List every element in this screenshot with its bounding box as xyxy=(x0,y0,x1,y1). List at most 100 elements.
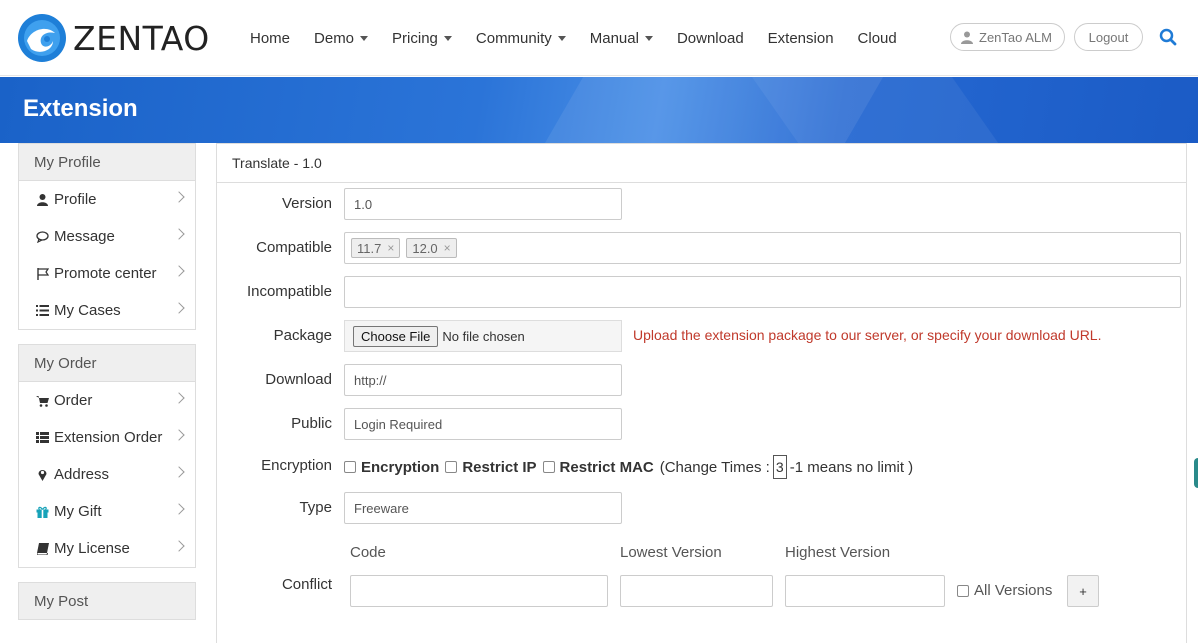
chevron-right-icon xyxy=(173,503,185,515)
download-url-input[interactable]: http:// xyxy=(344,364,622,396)
sidebar-item-message[interactable]: Message xyxy=(19,218,195,255)
sidebar-item-promote-center[interactable]: Promote center xyxy=(19,255,195,292)
file-status: No file chosen xyxy=(442,328,525,344)
sidebar-item-my-cases[interactable]: My Cases xyxy=(19,292,195,329)
sidebar-group-my-post: My Post xyxy=(18,582,196,620)
conflict-col-highest: Highest Version xyxy=(785,544,891,561)
version-label: Version xyxy=(281,195,332,212)
search-icon[interactable] xyxy=(1159,28,1177,46)
restrict-ip-checkbox[interactable] xyxy=(445,461,458,473)
sidebar-item-label: Message xyxy=(54,228,115,245)
package-label: Package xyxy=(273,327,332,344)
chevron-right-icon xyxy=(173,540,185,552)
nav-home[interactable]: Home xyxy=(238,30,302,47)
sidebar-item-label: My Gift xyxy=(54,503,102,520)
nav-cloud-label: Cloud xyxy=(857,29,897,47)
conflict-highest-version-input[interactable] xyxy=(785,575,945,607)
book-icon xyxy=(36,542,49,555)
nav-pricing[interactable]: Pricing xyxy=(380,30,464,47)
encryption-checkbox[interactable] xyxy=(344,461,356,473)
caret-down-icon xyxy=(443,35,452,41)
remove-tag-icon[interactable]: × xyxy=(387,241,394,255)
version-input[interactable]: 1.0 xyxy=(344,188,622,220)
incompatible-label: Incompatible xyxy=(246,283,332,300)
conflict-lowest-version-input[interactable] xyxy=(620,575,773,607)
comments-icon xyxy=(36,230,49,243)
chevron-right-icon xyxy=(173,191,185,203)
floating-widget-tab[interactable] xyxy=(1194,458,1198,488)
sidebar-item-label: My Cases xyxy=(54,302,121,319)
all-versions-checkbox[interactable] xyxy=(957,584,969,597)
package-hint: Upload the extension package to our serv… xyxy=(633,327,1102,343)
user-icon xyxy=(961,31,973,44)
add-conflict-button[interactable]: + xyxy=(1067,575,1099,607)
encryption-label: Encryption xyxy=(261,457,332,474)
sidebar-item-profile[interactable]: Profile xyxy=(19,181,195,218)
nav-home-label: Home xyxy=(250,29,291,47)
nav-manual-label: Manual xyxy=(589,29,639,47)
tag-label: 12.0 xyxy=(412,240,438,256)
page-title: Extension xyxy=(23,95,138,122)
version-value: 1.0 xyxy=(354,196,373,212)
public-select[interactable]: Login Required xyxy=(344,408,622,440)
type-select[interactable]: Freeware xyxy=(344,492,622,524)
sidebar-item-address[interactable]: Address xyxy=(19,456,195,493)
alm-label: ZenTao ALM xyxy=(979,29,1052,45)
conflict-col-code: Code xyxy=(350,544,386,561)
choose-file-button[interactable]: Choose File xyxy=(353,325,439,347)
chevron-right-icon xyxy=(173,302,185,314)
caret-down-icon xyxy=(644,35,653,41)
chevron-right-icon xyxy=(173,466,185,478)
restrict-mac-label: Restrict MAC xyxy=(559,458,654,476)
all-versions-option: All Versions xyxy=(957,582,1052,599)
restrict-mac-checkbox[interactable] xyxy=(542,461,555,473)
sidebar-group-title: My Post xyxy=(19,583,195,620)
download-label: Download xyxy=(265,371,332,388)
type-value: Freeware xyxy=(354,500,409,516)
package-file-input[interactable]: Choose File No file chosen xyxy=(344,320,622,352)
nav-pricing-label: Pricing xyxy=(392,29,438,47)
caret-down-icon xyxy=(557,35,566,41)
incompatible-select[interactable] xyxy=(344,276,1181,308)
sidebar-item-label: Order xyxy=(54,392,93,409)
sidebar-item-extension-order[interactable]: Extension Order xyxy=(19,419,195,456)
nav-cloud[interactable]: Cloud xyxy=(846,30,909,47)
list-icon xyxy=(36,304,49,317)
nav-extension[interactable]: Extension xyxy=(756,30,846,47)
public-label: Public xyxy=(291,415,332,432)
chevron-right-icon xyxy=(173,228,185,240)
logout-label: Logout xyxy=(1088,29,1129,45)
sidebar-item-my-license[interactable]: My License xyxy=(19,530,195,567)
compatible-label: Compatible xyxy=(256,239,332,256)
change-times-label: (Change Times : xyxy=(659,458,770,476)
sidebar-group-my-profile: My Profile Profile Message Promote cente… xyxy=(18,143,196,330)
zentao-logo-icon xyxy=(18,14,66,62)
compatible-select[interactable]: 11.7 × 12.0 × xyxy=(344,232,1181,264)
sidebar-group-title: My Profile xyxy=(19,144,195,181)
public-value: Login Required xyxy=(354,416,443,432)
brand-name: ZENTAO xyxy=(73,18,210,58)
sidebar-item-order[interactable]: Order xyxy=(19,382,195,419)
user-icon xyxy=(36,193,49,206)
nav-download[interactable]: Download xyxy=(665,30,756,47)
compatible-tag[interactable]: 11.7 × xyxy=(351,238,401,258)
zentao-alm-button[interactable]: ZenTao ALM xyxy=(950,23,1065,51)
nav-extension-label: Extension xyxy=(767,29,834,47)
nav-demo[interactable]: Demo xyxy=(302,30,380,47)
sidebar-item-my-gift[interactable]: My Gift xyxy=(19,493,195,530)
caret-down-icon xyxy=(360,35,369,41)
conflict-code-input[interactable] xyxy=(350,575,608,607)
compatible-tag[interactable]: 12.0 × xyxy=(406,238,457,258)
sidebar-group-title: My Order xyxy=(19,345,195,382)
remove-tag-icon[interactable]: × xyxy=(444,241,451,255)
nav-community[interactable]: Community xyxy=(464,30,578,47)
encryption-options: Encryption Restrict IP Restrict MAC (Cha… xyxy=(344,455,913,479)
brand-logo[interactable]: ZENTAO xyxy=(17,12,210,64)
page-banner: Extension xyxy=(0,77,1198,143)
chevron-right-icon xyxy=(173,392,185,404)
logout-button[interactable]: Logout xyxy=(1074,23,1143,51)
change-times-input[interactable]: 3 xyxy=(772,455,787,479)
chevron-right-icon xyxy=(173,265,185,277)
nav-manual[interactable]: Manual xyxy=(578,30,665,47)
sidebar-item-label: Promote center xyxy=(54,265,157,282)
